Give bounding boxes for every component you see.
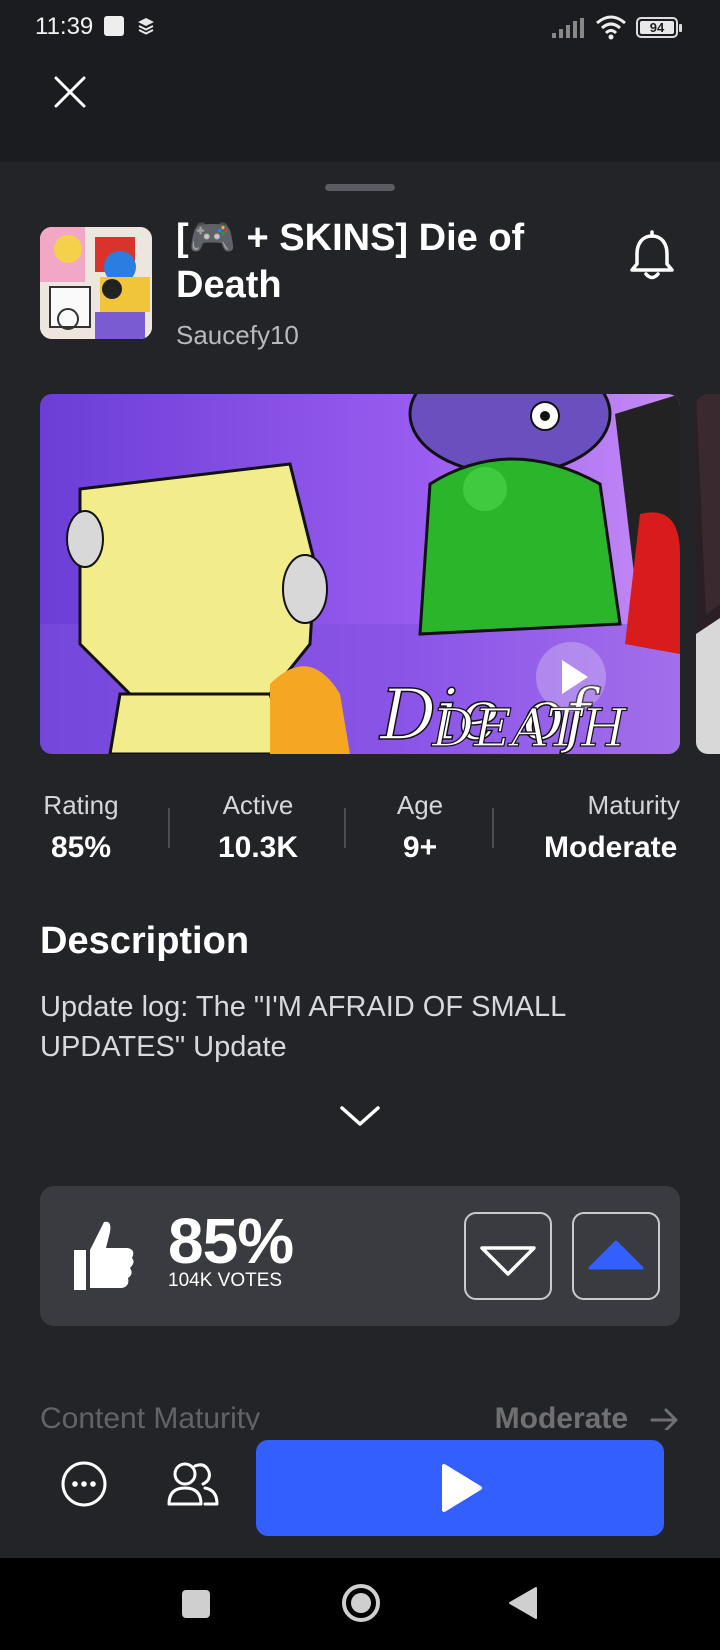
stat-age: Age 9+ xyxy=(386,790,454,865)
home-button-icon[interactable] xyxy=(341,1583,381,1623)
play-video-button[interactable] xyxy=(536,642,606,712)
creator-name[interactable]: Saucefy10 xyxy=(176,320,299,351)
upvote-icon xyxy=(588,1240,644,1270)
stat-label: Age xyxy=(396,790,444,820)
play-icon xyxy=(442,1464,482,1512)
sheet-drag-handle[interactable] xyxy=(325,184,395,191)
layers-icon xyxy=(138,18,154,35)
chevron-down-icon[interactable] xyxy=(338,1102,382,1130)
play-button[interactable] xyxy=(256,1440,664,1536)
stat-label: Active xyxy=(222,790,294,820)
top-bar xyxy=(0,56,720,162)
more-options-icon[interactable] xyxy=(60,1460,108,1508)
status-time: 11:39 xyxy=(35,13,94,40)
description-heading: Description xyxy=(40,920,250,962)
stat-label: Rating xyxy=(43,790,119,820)
stat-value: Moderate xyxy=(544,831,678,864)
stat-maturity: Maturity Moderate xyxy=(536,790,680,865)
party-icon[interactable] xyxy=(165,1458,219,1508)
thumbs-up-icon xyxy=(74,1221,134,1290)
game-media-thumbnail[interactable]: Die of x DEATH xyxy=(40,394,680,754)
game-icon-thumbnail xyxy=(40,227,152,339)
stat-divider xyxy=(344,808,346,848)
description-text: Update log: The "I'M AFRAID OF SMALL UPD… xyxy=(40,991,566,1063)
downvote-button[interactable] xyxy=(464,1212,552,1300)
upvote-button[interactable] xyxy=(572,1212,660,1300)
recent-apps-button[interactable] xyxy=(182,1590,210,1618)
back-button-icon[interactable] xyxy=(508,1586,538,1620)
bottom-action-bar xyxy=(0,1430,720,1558)
vote-percentage: 85% xyxy=(168,1205,294,1277)
stat-rating: Rating 85% xyxy=(40,790,122,865)
signal-icon xyxy=(552,18,584,38)
stat-label: Maturity xyxy=(587,790,680,820)
stat-active: Active 10.3K xyxy=(210,790,306,865)
stat-value: 85% xyxy=(50,831,112,864)
wifi-icon xyxy=(596,15,626,40)
status-bar: 11:39 94 xyxy=(0,0,720,56)
bell-icon[interactable] xyxy=(628,230,676,282)
stat-divider xyxy=(492,808,494,848)
upload-icon xyxy=(104,16,124,36)
system-navigation-bar xyxy=(0,1558,720,1650)
close-icon[interactable] xyxy=(50,72,90,112)
game-title: [🎮 + SKINS] Die of Death xyxy=(176,217,525,306)
game-details-sheet: [🎮 + SKINS] Die of Death Saucefy10 Die o… xyxy=(0,162,720,1558)
battery-icon: 94 xyxy=(636,17,682,38)
vote-count: 104K VOTES xyxy=(168,1270,283,1291)
stat-divider xyxy=(168,808,170,848)
stat-value: 9+ xyxy=(402,831,438,864)
vote-card: 85% 104K VOTES xyxy=(40,1186,680,1326)
battery-level: 94 xyxy=(640,21,674,34)
stat-value: 10.3K xyxy=(217,831,299,864)
downvote-icon xyxy=(480,1246,536,1276)
next-media-thumbnail[interactable] xyxy=(696,394,720,754)
